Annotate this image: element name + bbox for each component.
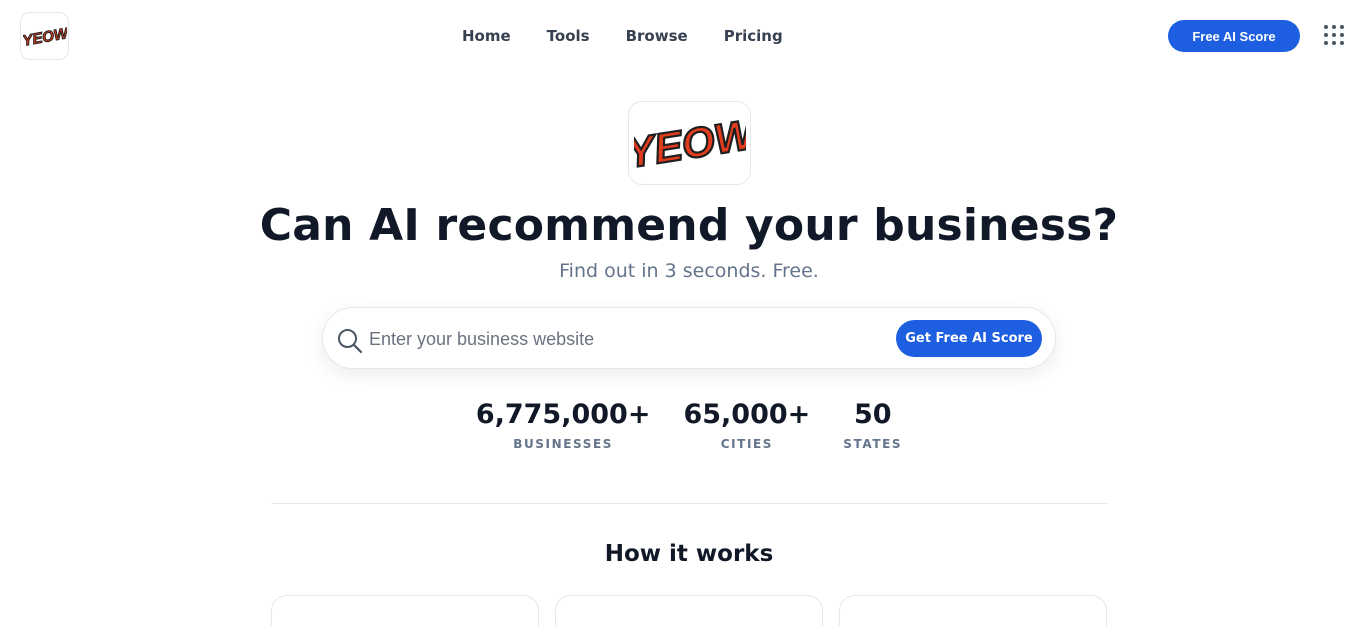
nav-pricing[interactable]: Pricing bbox=[706, 24, 801, 48]
stat-value: 65,000+ bbox=[683, 399, 811, 430]
svg-text:YEOW: YEOW bbox=[23, 25, 67, 50]
step-card-3 bbox=[839, 595, 1107, 626]
stat-businesses: 6,775,000+ BUSINESSES bbox=[476, 398, 651, 451]
stat-value: 6,775,000+ bbox=[475, 399, 651, 430]
website-input[interactable] bbox=[369, 322, 889, 356]
nav-home[interactable]: Home bbox=[444, 24, 529, 48]
main-nav: Home Tools Browse Pricing bbox=[444, 24, 801, 48]
page-subheadline: Find out in 3 seconds. Free. bbox=[559, 260, 819, 282]
page-headline: Can AI recommend your business? bbox=[259, 200, 1119, 251]
yeow-logo[interactable]: YEOW bbox=[20, 12, 69, 60]
yeow-logo-icon: YEOW bbox=[23, 24, 67, 50]
website-search-bar: Get Free AI Score bbox=[322, 307, 1056, 369]
step-card-1 bbox=[271, 595, 539, 626]
stat-label: STATES bbox=[843, 437, 903, 451]
nav-browse[interactable]: Browse bbox=[608, 24, 706, 48]
search-icon bbox=[338, 329, 363, 354]
stat-cities: 65,000+ CITIES bbox=[683, 398, 810, 451]
section-divider bbox=[271, 503, 1107, 504]
stat-label: CITIES bbox=[720, 437, 774, 451]
svg-text:YEOW: YEOW bbox=[634, 110, 746, 177]
grid-dots-icon[interactable] bbox=[1324, 25, 1344, 45]
yeow-logo-icon: YEOW bbox=[634, 109, 746, 178]
stat-label: BUSINESSES bbox=[513, 437, 614, 451]
stat-value: 50 bbox=[853, 399, 892, 430]
get-free-ai-score-button[interactable]: Get Free AI Score bbox=[896, 320, 1042, 357]
stats-row: 6,775,000+ BUSINESSES 65,000+ CITIES 50 … bbox=[0, 398, 1360, 451]
step-card-2 bbox=[555, 595, 823, 626]
top-navigation-bar: YEOW Home Tools Browse Pricing Free AI S… bbox=[0, 0, 1360, 72]
free-ai-score-button[interactable]: Free AI Score bbox=[1168, 20, 1300, 52]
how-it-works-heading: How it works bbox=[604, 541, 774, 567]
nav-tools[interactable]: Tools bbox=[529, 24, 608, 48]
stat-states: 50 STATES bbox=[843, 398, 902, 451]
hero-logo: YEOW bbox=[628, 101, 751, 185]
